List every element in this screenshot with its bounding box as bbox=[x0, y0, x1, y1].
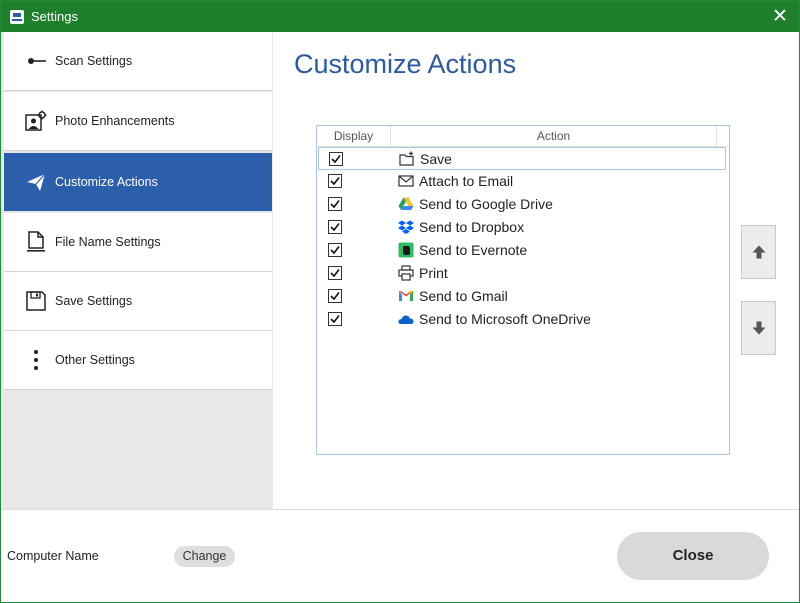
actions-list: Display Action Save Attach to Email Send… bbox=[316, 125, 730, 455]
sidebar-item-photo-enhancements[interactable]: Photo Enhancements bbox=[4, 92, 272, 151]
display-checkbox[interactable] bbox=[328, 243, 342, 257]
computer-name-label: Computer Name bbox=[7, 549, 99, 563]
gmail-icon bbox=[398, 288, 414, 304]
sidebar-item-label: Customize Actions bbox=[55, 175, 158, 189]
title-bar: Settings ✕ bbox=[1, 1, 799, 32]
display-checkbox[interactable] bbox=[328, 312, 342, 326]
display-checkbox[interactable] bbox=[329, 151, 343, 166]
close-button[interactable]: Close bbox=[617, 532, 769, 580]
list-item-send-to-microsoft-onedrive[interactable]: Send to Microsoft OneDrive bbox=[318, 308, 726, 330]
list-item-send-to-gmail[interactable]: Send to Gmail bbox=[318, 285, 726, 307]
paper-plane-icon bbox=[25, 171, 47, 193]
save-icon bbox=[399, 151, 415, 167]
arrow-up-icon bbox=[752, 245, 765, 259]
file-name-icon bbox=[25, 231, 47, 253]
sidebar-item-label: File Name Settings bbox=[55, 235, 161, 249]
action-label: Save bbox=[420, 150, 452, 167]
list-item-print[interactable]: Print bbox=[318, 262, 726, 284]
floppy-disk-icon bbox=[25, 290, 47, 312]
onedrive-icon bbox=[398, 311, 414, 327]
move-up-button[interactable] bbox=[741, 225, 776, 279]
list-header: Display Action bbox=[317, 126, 729, 147]
display-checkbox[interactable] bbox=[328, 220, 342, 234]
change-button[interactable]: Change bbox=[174, 546, 235, 567]
app-scanner-icon bbox=[10, 9, 24, 24]
action-label: Send to Gmail bbox=[419, 288, 508, 304]
display-checkbox[interactable] bbox=[328, 174, 342, 188]
display-checkbox[interactable] bbox=[328, 266, 342, 280]
list-item-send-to-google-drive[interactable]: Send to Google Drive bbox=[318, 193, 726, 215]
photo-enhancements-icon bbox=[25, 110, 47, 132]
move-down-button[interactable] bbox=[741, 301, 776, 355]
google-drive-icon bbox=[398, 196, 414, 212]
list-item-attach-to-email[interactable]: Attach to Email bbox=[318, 170, 726, 192]
window-title: Settings bbox=[31, 9, 78, 24]
email-icon bbox=[398, 173, 414, 189]
action-label: Send to Google Drive bbox=[419, 196, 553, 212]
action-label: Send to Evernote bbox=[419, 242, 528, 258]
list-item-save[interactable]: Save bbox=[318, 147, 726, 170]
sidebar-item-label: Scan Settings bbox=[55, 54, 133, 68]
sidebar-item-label: Photo Enhancements bbox=[55, 114, 175, 128]
action-label: Send to Microsoft OneDrive bbox=[419, 311, 591, 327]
dropbox-icon bbox=[398, 219, 414, 235]
window-close-button[interactable]: ✕ bbox=[769, 6, 791, 28]
footer-divider bbox=[1, 509, 799, 510]
sidebar-item-other-settings[interactable]: Other Settings bbox=[4, 331, 272, 390]
list-item-send-to-dropbox[interactable]: Send to Dropbox bbox=[318, 216, 726, 238]
sidebar-item-file-name-settings[interactable]: File Name Settings bbox=[4, 213, 272, 272]
arrow-down-icon bbox=[752, 321, 765, 335]
vertical-dots-icon bbox=[25, 349, 47, 371]
action-label: Attach to Email bbox=[419, 173, 514, 189]
page-title: Customize Actions bbox=[294, 49, 517, 79]
display-checkbox[interactable] bbox=[328, 197, 342, 211]
sidebar-item-scan-settings[interactable]: Scan Settings bbox=[4, 32, 272, 91]
action-label: Send to Dropbox bbox=[419, 219, 525, 235]
printer-icon bbox=[398, 265, 414, 281]
sidebar-item-save-settings[interactable]: Save Settings bbox=[4, 272, 272, 331]
action-label: Print bbox=[419, 265, 448, 281]
settings-window: Settings ✕ Scan Settings Photo Enhanceme… bbox=[0, 0, 800, 603]
column-header-display[interactable]: Display bbox=[317, 126, 391, 146]
evernote-icon bbox=[398, 242, 414, 258]
sidebar-item-customize-actions[interactable]: Customize Actions bbox=[4, 153, 272, 211]
scan-settings-icon bbox=[25, 50, 47, 72]
column-header-action[interactable]: Action bbox=[391, 126, 717, 146]
sidebar: Scan Settings Photo Enhancements Customi… bbox=[1, 32, 273, 509]
display-checkbox[interactable] bbox=[328, 289, 342, 303]
list-item-send-to-evernote[interactable]: Send to Evernote bbox=[318, 239, 726, 261]
sidebar-item-label: Save Settings bbox=[55, 294, 133, 308]
sidebar-item-label: Other Settings bbox=[55, 353, 135, 367]
